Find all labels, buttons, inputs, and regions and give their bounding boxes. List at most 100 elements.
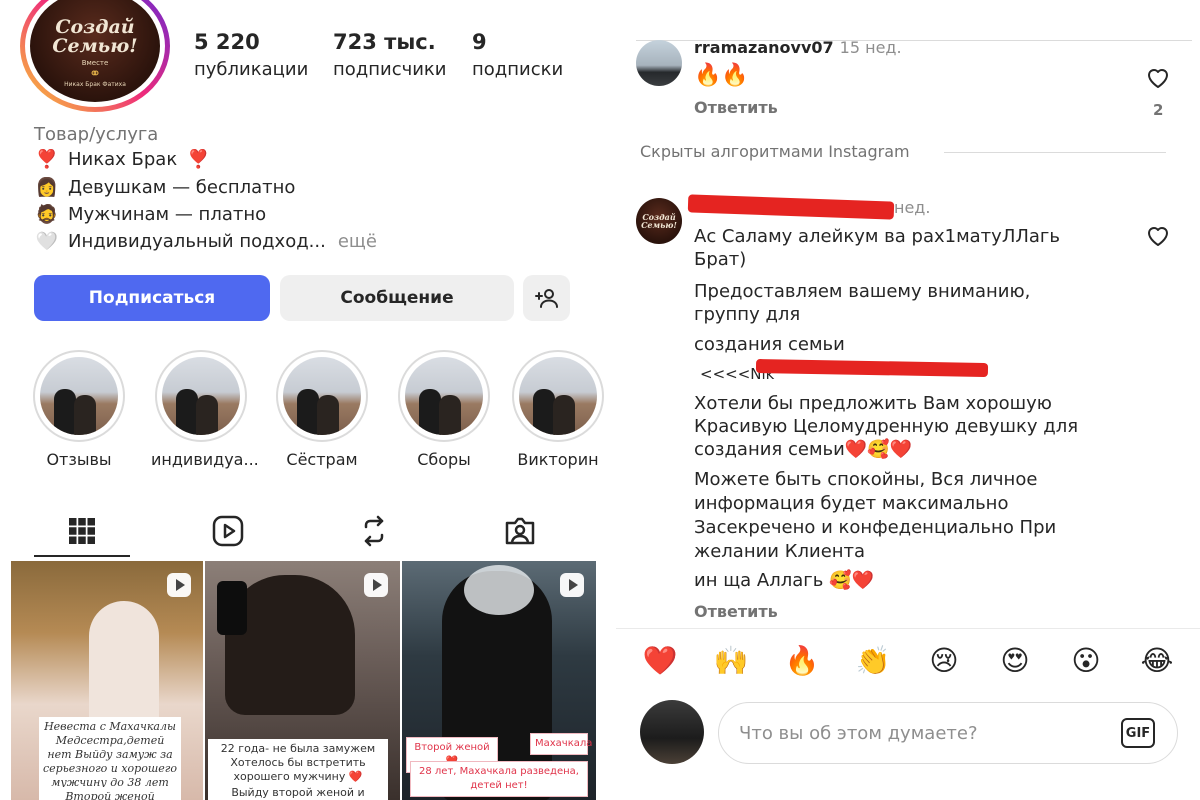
reaction-heart-eyes-button[interactable]: 😍 — [995, 640, 1035, 680]
woman-icon: 👩 — [35, 176, 59, 198]
tagged-icon — [505, 517, 535, 545]
post-caption: 22 года- не была замужем Хотелось бы вст… — [208, 739, 388, 787]
reaction-surprised-button[interactable]: 😮 — [1066, 640, 1106, 680]
comment-text: 🔥🔥 — [694, 63, 749, 88]
panel-divider — [608, 0, 616, 800]
stat-following[interactable]: 9 подписки — [472, 30, 563, 80]
comment-line: желании Клиента — [694, 541, 866, 562]
highlight-cover — [283, 357, 361, 435]
post-caption-secondary: Выйду второй женой и только! — [208, 783, 388, 800]
reaction-raised-hands-button[interactable]: 🙌 — [711, 640, 751, 680]
stat-following-value: 9 — [472, 30, 487, 54]
heart-icon — [1148, 69, 1168, 88]
tab-reposts[interactable] — [326, 505, 422, 557]
reaction-fire-button[interactable]: 🔥 — [782, 640, 822, 680]
post-thumbnail[interactable]: 22 года- не была замужем Хотелось бы вст… — [205, 561, 400, 800]
like-comment-button[interactable] — [1145, 224, 1171, 248]
comment-line: Можете быть спокойны, Вся личное — [694, 469, 1038, 490]
suggested-users-button[interactable] — [523, 275, 570, 321]
message-button[interactable]: Сообщение — [280, 275, 514, 321]
username-text: rramazanovv07 — [694, 38, 834, 57]
reaction-heart-button[interactable]: ❤️ — [640, 640, 680, 680]
redacted-link — [755, 358, 989, 378]
reactions-divider — [616, 628, 1200, 629]
current-user-avatar[interactable] — [640, 700, 704, 764]
post-thumbnail[interactable]: Второй женой ❤️ Махачкала 28 лет, Махачк… — [402, 561, 596, 800]
post-caption: Невеста с Махачкалы Медсестра,детей нет … — [39, 717, 181, 793]
post-face-blur — [464, 565, 534, 615]
highlight-cover — [519, 357, 597, 435]
reaction-clap-button[interactable]: 👏 — [853, 640, 893, 680]
story-highlight[interactable]: Сборы — [394, 350, 494, 469]
like-comment-button[interactable] — [1145, 66, 1171, 90]
stat-followers-value: 723 тыс. — [333, 30, 436, 54]
post-tag: Махачкала — [530, 733, 592, 755]
like-count: 2 — [1153, 101, 1164, 119]
reel-icon — [364, 573, 388, 597]
reaction-laughing-button[interactable]: 😂 — [1137, 640, 1177, 680]
follow-button[interactable]: Подписаться — [34, 275, 270, 321]
comment-line: Предоставляем вашему вниманию, — [694, 281, 1031, 302]
white-heart-icon: 🤍 — [35, 230, 59, 252]
reaction-crying-button[interactable]: 😢 — [924, 640, 964, 680]
commenter-avatar[interactable]: Создай Семью! — [636, 198, 682, 244]
tab-reels[interactable] — [180, 505, 276, 557]
story-highlight[interactable]: Отзывы — [29, 350, 129, 469]
comment-line: создания семьи❤️🥰❤️ — [694, 439, 913, 460]
reposts-icon — [364, 515, 384, 547]
hidden-comments-divider — [944, 152, 1166, 153]
story-highlight[interactable]: Сёстрам — [272, 350, 372, 469]
highlight-label: Сёстрам — [286, 450, 358, 469]
reels-icon — [212, 515, 244, 547]
hidden-comments-label[interactable]: Скрыты алгоритмами Instagram — [640, 142, 910, 161]
logo-title: Создай Семью! — [52, 16, 138, 57]
comment-line: Ас Саламу алейкум ва рах1матуЛЛагь — [694, 226, 1060, 247]
commenter-avatar[interactable] — [636, 40, 682, 86]
story-highlight[interactable]: индивидуа... — [151, 350, 259, 469]
stat-posts[interactable]: 5 220 публикации — [194, 30, 308, 80]
comment-line: создания семьи — [694, 334, 845, 355]
heart-exclamation-icon: ❣️ — [186, 148, 210, 170]
grid-icon — [69, 518, 95, 544]
logo-foot: Никах Брак Фатиха — [64, 81, 126, 88]
comment-line: Брат) — [694, 249, 747, 270]
avatar-logo-text: Создай Семью! — [641, 212, 677, 230]
bio-line: 👩 Девушкам — бесплатно — [34, 176, 296, 198]
reply-button[interactable]: Ответить — [694, 602, 778, 621]
comment-line: группу для — [694, 304, 801, 325]
stat-posts-value: 5 220 — [194, 30, 260, 54]
active-tab-indicator — [34, 555, 130, 557]
heart-exclamation-icon: ❣️ — [35, 148, 59, 170]
comment-line: информация будет максимально — [694, 493, 1009, 514]
rings-icon: ⚭ — [89, 66, 101, 82]
comment-input-placeholder: Что вы об этом думаете? — [739, 722, 978, 744]
tab-grid[interactable] — [34, 505, 130, 557]
comments-panel: rramazanovv07 15 нед. 🔥🔥 Ответить 2 Скрыт… — [616, 0, 1200, 800]
comment-line: Хотели бы предложить Вам хорошую — [694, 393, 1052, 414]
post-phone — [217, 581, 247, 635]
profile-panel: Создай Семью! Вместе ⚭ Никах Брак Фатиха… — [0, 0, 608, 800]
comment-line: ин ща Аллагь 🥰❤️ — [694, 570, 874, 591]
stat-followers[interactable]: 723 тыс. подписчики — [333, 30, 447, 80]
comment-line: Засекречено и конфеденциально При — [694, 517, 1057, 538]
comment-input[interactable]: Что вы об этом думаете? — [718, 702, 1178, 764]
comment-time: 15 нед. — [839, 38, 902, 57]
comment-username[interactable]: rramazanovv07 15 нед. — [694, 38, 902, 57]
highlight-cover — [405, 357, 483, 435]
highlight-label: Сборы — [417, 450, 471, 469]
post-thumbnail[interactable]: Невеста с Махачкалы Медсестра,детей нет … — [11, 561, 203, 800]
heart-icon — [1148, 227, 1168, 246]
highlight-label: Отзывы — [46, 450, 112, 469]
bio-text: Девушкам — бесплатно — [68, 176, 296, 198]
bio-line: 🤍 Индивидуальный подход... ещё — [34, 230, 377, 252]
highlight-cover — [162, 357, 240, 435]
tab-tagged[interactable] — [472, 505, 568, 557]
highlight-label: Викторин — [517, 450, 599, 469]
gif-button[interactable]: GIF — [1121, 718, 1155, 748]
profile-avatar[interactable]: Создай Семью! Вместе ⚭ Никах Брак Фатиха — [20, 0, 170, 112]
story-highlight[interactable]: Викторин — [508, 350, 608, 469]
comment-time: нед. — [894, 198, 931, 217]
reel-icon — [167, 573, 191, 597]
reply-button[interactable]: Ответить — [694, 98, 778, 117]
bio-more-link[interactable]: ещё — [338, 231, 377, 252]
